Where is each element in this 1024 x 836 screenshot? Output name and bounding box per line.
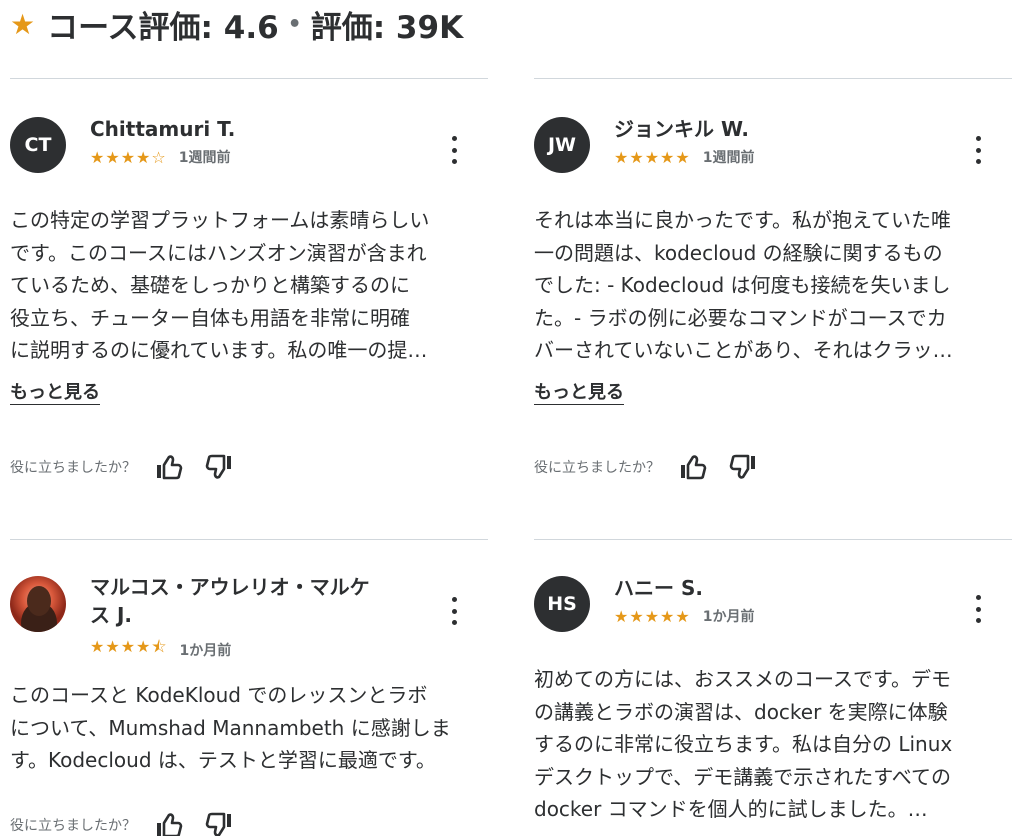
- separator-dot: •: [287, 11, 302, 37]
- review-card: マルコス・アウレリオ・マルケ ス J. ★★★★⯪ 1か月前 このコースと Ko…: [10, 539, 488, 836]
- review-text: このコースと KodeKloud でのレッスンとラボ について、Mumshad …: [10, 683, 451, 772]
- course-rating-label: コース評価: 4.6: [47, 9, 279, 46]
- star-rating: ★★★★☆: [90, 147, 167, 167]
- star-rating: ★★★★★: [614, 606, 691, 626]
- reviewer-name: Chittamuri T.: [90, 117, 236, 141]
- divider: [10, 539, 488, 540]
- reviewer-name: マルコス・アウレリオ・マルケ ス J.: [90, 575, 370, 627]
- star-rating: ★★★★⯪: [90, 637, 168, 656]
- review-time: 1か月前: [702, 609, 755, 625]
- rating-count-label: 評価: 39K: [310, 9, 464, 46]
- thumbs-down-icon[interactable]: [204, 452, 234, 482]
- divider: [10, 78, 488, 79]
- thumbs-up-icon[interactable]: [154, 452, 184, 482]
- thumbs-down-icon[interactable]: [728, 452, 758, 482]
- avatar-photo: [10, 576, 66, 632]
- more-options-icon[interactable]: [444, 597, 464, 625]
- review-card: HS ハニー S. ★★★★★ 1か月前 初めての方には、おススメのコースです。…: [534, 539, 1012, 836]
- more-options-icon[interactable]: [968, 136, 988, 164]
- helpful-question: 役に立ちましたか？: [534, 460, 660, 476]
- helpful-question: 役に立ちましたか？: [10, 818, 136, 834]
- reviews-page: ★ コース評価: 4.6 • 評価: 39K CT Chittamuri T. …: [0, 0, 1024, 836]
- show-more-link[interactable]: もっと見る: [534, 378, 624, 404]
- helpful-feedback: 役に立ちましたか？: [534, 452, 758, 482]
- helpful-feedback: 役に立ちましたか？: [10, 452, 234, 482]
- review-time: 1か月前: [179, 642, 232, 659]
- reviewer-name: ジョンキル W.: [614, 117, 749, 141]
- review-meta: ★★★★☆ 1週間前: [90, 147, 230, 167]
- thumbs-up-icon[interactable]: [154, 810, 184, 836]
- review-card: CT Chittamuri T. ★★★★☆ 1週間前 この特定の学習プラットフ…: [10, 78, 488, 488]
- thumbs-up-icon[interactable]: [678, 452, 708, 482]
- review-time: 1週間前: [702, 150, 755, 166]
- review-card: JW ジョンキル W. ★★★★★ 1週間前 それは本当に良かったです。私が抱え…: [534, 78, 1012, 488]
- more-options-icon[interactable]: [444, 136, 464, 164]
- review-meta: ★★★★⯪ 1か月前: [90, 636, 231, 663]
- helpful-feedback: 役に立ちましたか？: [10, 810, 234, 836]
- avatar: CT: [10, 117, 66, 173]
- show-more-link[interactable]: もっと見る: [10, 378, 100, 404]
- reviewer-name: ハニー S.: [614, 576, 703, 600]
- divider: [534, 539, 1012, 540]
- helpful-question: 役に立ちましたか？: [10, 460, 136, 476]
- review-meta: ★★★★★ 1週間前: [614, 147, 754, 167]
- avatar: HS: [534, 576, 590, 632]
- review-text: 初めての方には、おススメのコースです。デモ の講義とラボの演習は、docker …: [534, 667, 953, 821]
- avatar: JW: [534, 117, 590, 173]
- divider: [534, 78, 1012, 79]
- more-options-icon[interactable]: [968, 595, 988, 623]
- star-icon: ★: [10, 7, 36, 41]
- review-time: 1週間前: [178, 150, 231, 166]
- review-meta: ★★★★★ 1か月前: [614, 606, 754, 626]
- course-rating-header: ★ コース評価: 4.6 • 評価: 39K: [10, 2, 463, 46]
- review-text: この特定の学習プラットフォームは素晴らしい です。このコースにはハンズオン演習が…: [10, 208, 430, 362]
- review-text: それは本当に良かったです。私が抱えていた唯 一の問題は、kodecloud の経…: [534, 208, 953, 362]
- star-rating: ★★★★★: [614, 147, 691, 167]
- thumbs-down-icon[interactable]: [204, 810, 234, 836]
